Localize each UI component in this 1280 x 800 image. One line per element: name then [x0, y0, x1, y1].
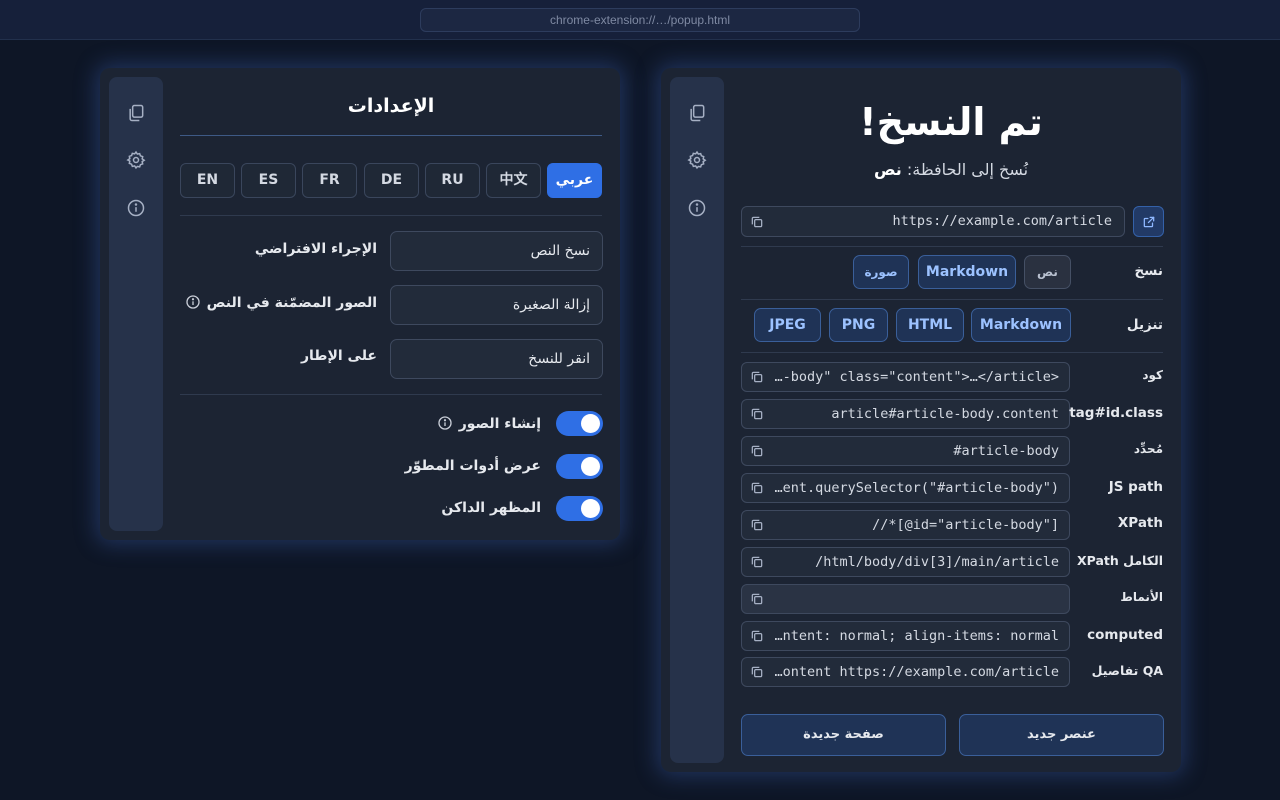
info-icon[interactable]	[185, 294, 201, 310]
field-value: …ontent https://example.com/article	[774, 664, 1059, 680]
divider	[741, 299, 1163, 300]
copy-icon[interactable]	[126, 103, 146, 123]
copy-icon[interactable]	[750, 665, 764, 679]
on-frame-select[interactable]: انقر للنسخ	[390, 339, 603, 379]
download-markdown-chip[interactable]: Markdown	[971, 308, 1071, 342]
external-link-icon	[1143, 216, 1155, 228]
inline-images-label-text: الصور المضمّنة في النص	[206, 295, 377, 311]
full-xpath-field[interactable]: /html/body/div[3]/main/article	[741, 547, 1070, 577]
lang-button-de[interactable]: DE	[364, 163, 419, 198]
address-bar[interactable]: chrome-extension://…/popup.html	[420, 8, 860, 32]
generate-images-label-text: إنشاء الصور	[458, 416, 541, 432]
xpath-label: XPath	[1117, 515, 1163, 531]
dev-tools-toggle[interactable]	[556, 454, 603, 479]
lang-button-ar[interactable]: عربي	[547, 163, 602, 198]
copy-icon[interactable]	[750, 215, 764, 229]
divider	[741, 246, 1163, 247]
info-icon[interactable]	[437, 415, 453, 431]
lang-button-ru[interactable]: RU	[425, 163, 480, 198]
copy-icon[interactable]	[750, 444, 764, 458]
tag-id-class-field[interactable]: article#article-body.content	[741, 399, 1070, 429]
download-jpeg-chip[interactable]: JPEG	[754, 308, 821, 342]
copy-icon[interactable]	[750, 481, 764, 495]
new-element-button[interactable]: عنصر جديد	[959, 714, 1164, 756]
lang-button-fr[interactable]: FR	[302, 163, 357, 198]
divider	[180, 394, 602, 395]
copied-subtitle: نُسخ إلى الحافظة: نص	[740, 160, 1162, 179]
info-icon[interactable]	[687, 198, 707, 218]
divider	[741, 352, 1163, 353]
title-divider	[180, 135, 602, 136]
full-xpath-label: XPath الكامل	[1077, 553, 1163, 568]
lang-button-zh[interactable]: 中文	[486, 163, 541, 198]
subtitle-value: نص	[873, 160, 902, 179]
toggle-knob	[581, 499, 600, 518]
toggle-knob	[581, 457, 600, 476]
tag-id-class-label: tag#id.class	[1069, 405, 1163, 421]
copied-title: تم النسخ!	[859, 100, 1043, 144]
copy-icon[interactable]	[750, 370, 764, 384]
js-path-field[interactable]: …ent.querySelector("#article-body")	[741, 473, 1070, 503]
xpath-field[interactable]: //*[@id="article-body"]	[741, 510, 1070, 540]
computed-field[interactable]: …ntent: normal; align-items: normal	[741, 621, 1070, 651]
gear-icon[interactable]	[126, 150, 146, 170]
field-value: …ntent: normal; align-items: normal	[774, 628, 1059, 644]
copy-icon[interactable]	[750, 407, 764, 421]
settings-title: الإعدادات	[347, 95, 435, 117]
selector-label: مُحدِّد	[1133, 442, 1163, 456]
copy-icon[interactable]	[750, 592, 764, 606]
generate-images-toggle[interactable]	[556, 411, 603, 436]
field-value: #article-body	[953, 443, 1059, 459]
field-value: article#article-body.content	[831, 406, 1059, 422]
inline-images-label: الصور المضمّنة في النص	[185, 294, 377, 311]
field-value: //*[@id="article-body"]	[872, 517, 1059, 533]
dev-tools-label: عرض أدوات المطوّر	[404, 458, 541, 474]
info-icon[interactable]	[126, 198, 146, 218]
dark-mode-toggle[interactable]	[556, 496, 603, 521]
generate-images-label: إنشاء الصور	[437, 415, 541, 432]
gear-icon[interactable]	[687, 150, 707, 170]
sidebar	[109, 77, 163, 531]
subtitle-prefix: نُسخ إلى الحافظة:	[906, 160, 1029, 179]
selector-field[interactable]: #article-body	[741, 436, 1070, 466]
copy-icon[interactable]	[750, 629, 764, 643]
code-field[interactable]: …-body" class="content">…</article>	[741, 362, 1070, 392]
download-png-chip[interactable]: PNG	[829, 308, 888, 342]
copy-icon[interactable]	[687, 103, 707, 123]
divider	[180, 215, 602, 216]
styles-field[interactable]	[741, 584, 1070, 614]
sidebar	[670, 77, 724, 763]
field-value: …-body" class="content">…</article>	[774, 369, 1059, 385]
browser-toolbar: chrome-extension://…/popup.html	[0, 0, 1280, 40]
computed-label: computed	[1087, 627, 1163, 643]
field-value: /html/body/div[3]/main/article	[815, 554, 1059, 570]
download-html-chip[interactable]: HTML	[896, 308, 964, 342]
copy-row-label: نسخ	[1134, 263, 1163, 279]
default-action-select[interactable]: نسخ النص	[390, 231, 603, 271]
open-link-button[interactable]	[1133, 206, 1164, 237]
copy-icon[interactable]	[750, 555, 764, 569]
toggle-knob	[581, 414, 600, 433]
new-page-button[interactable]: صفحة جديدة	[741, 714, 946, 756]
lang-button-es[interactable]: ES	[241, 163, 296, 198]
copy-icon[interactable]	[750, 518, 764, 532]
default-action-label: الإجراء الافتراضي	[254, 241, 377, 257]
qa-details-field[interactable]: …ontent https://example.com/article	[741, 657, 1070, 687]
styles-label: الأنماط	[1120, 590, 1163, 604]
inline-images-select[interactable]: إزالة الصغيرة	[390, 285, 603, 325]
field-value: …ent.querySelector("#article-body")	[774, 480, 1059, 496]
url-field[interactable]: https://example.com/article	[741, 206, 1125, 237]
copy-image-chip[interactable]: صورة	[853, 255, 909, 289]
qa-details-label: تفاصيل QA	[1091, 663, 1163, 678]
lang-button-en[interactable]: EN	[180, 163, 235, 198]
dark-mode-label: المظهر الداكن	[441, 500, 541, 516]
on-frame-label: على الإطار	[300, 348, 377, 364]
download-row-label: تنزيل	[1126, 317, 1163, 333]
code-label: كود	[1142, 368, 1163, 382]
url-text: https://example.com/article	[892, 213, 1112, 229]
copy-text-chip[interactable]: نص	[1024, 255, 1071, 289]
js-path-label: JS path	[1108, 479, 1163, 495]
copy-markdown-chip[interactable]: Markdown	[918, 255, 1016, 289]
